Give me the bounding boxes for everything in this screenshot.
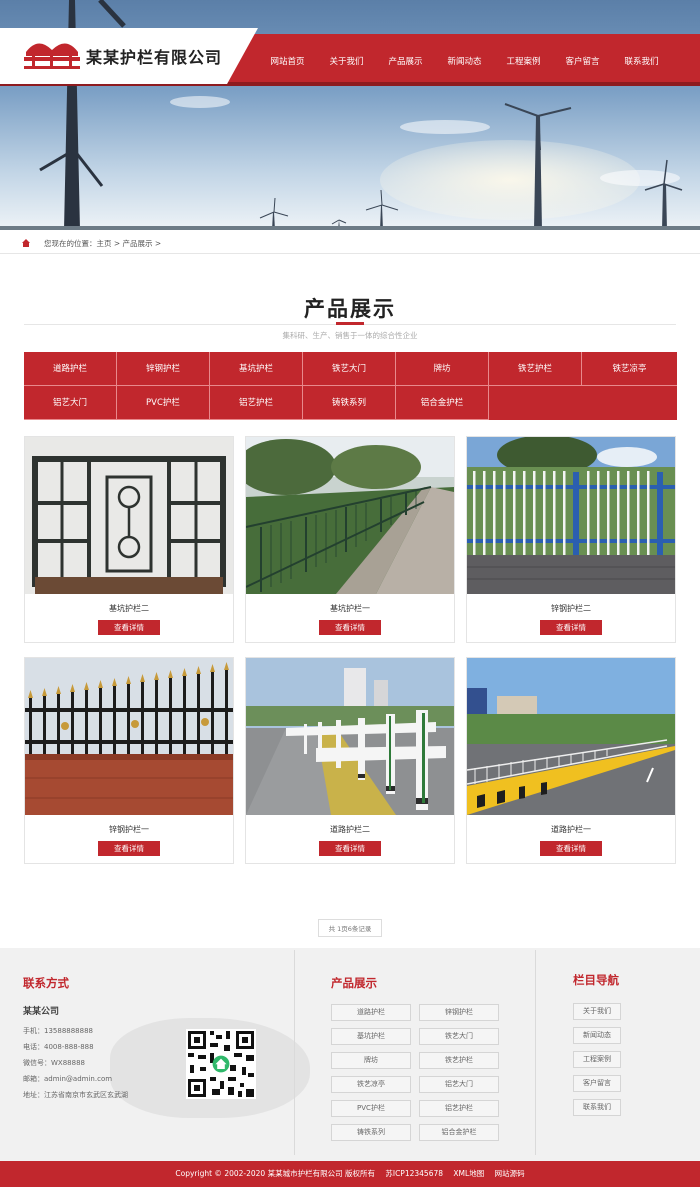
- contact-phone: 手机：13588888888: [23, 1027, 93, 1035]
- category-item[interactable]: PVC护栏: [117, 386, 210, 420]
- nav-item-about[interactable]: 关于我们: [317, 55, 376, 67]
- product-card[interactable]: 锌钢护栏二 查看详情: [466, 436, 676, 643]
- footer-product-link[interactable]: 铁艺凉亭: [331, 1076, 411, 1093]
- product-image[interactable]: [25, 437, 233, 594]
- footer-product-link[interactable]: 道路护栏: [331, 1004, 411, 1021]
- footer-nav-link[interactable]: 工程案例: [573, 1051, 621, 1068]
- product-name[interactable]: 锌钢护栏二: [467, 603, 675, 614]
- category-item[interactable]: 基坑护栏: [210, 352, 303, 386]
- xml-sitemap-link[interactable]: XML地图: [453, 1169, 484, 1178]
- footer-product-link[interactable]: 铁艺大门: [419, 1028, 499, 1045]
- contact-address: 地址：江苏省南京市玄武区玄武湖: [23, 1091, 128, 1099]
- icp-link[interactable]: 苏ICP12345678: [385, 1169, 443, 1178]
- home-icon[interactable]: [22, 239, 30, 247]
- nav-item-news[interactable]: 新闻动态: [435, 55, 494, 67]
- category-item[interactable]: 铁艺护栏: [489, 352, 582, 386]
- product-image[interactable]: [246, 658, 454, 815]
- nav-item-messages[interactable]: 客户留言: [553, 55, 612, 67]
- view-details-button[interactable]: 查看详情: [319, 620, 381, 635]
- footer-nav-link[interactable]: 新闻动态: [573, 1027, 621, 1044]
- nav-item-contact[interactable]: 联系我们: [612, 55, 671, 67]
- pagination-info[interactable]: 共 1页6条记录: [318, 919, 382, 937]
- product-name[interactable]: 道路护栏一: [467, 824, 675, 835]
- product-name[interactable]: 基坑护栏二: [25, 603, 233, 614]
- breadcrumb-text[interactable]: 您现在的位置：主页 > 产品展示 >: [44, 238, 161, 249]
- category-item[interactable]: 铝合金护栏: [396, 386, 489, 420]
- contact-wechat: 微信号：WX88888: [23, 1059, 85, 1067]
- product-image[interactable]: [467, 437, 675, 594]
- footer-nav-link[interactable]: 联系我们: [573, 1099, 621, 1116]
- main-nav: 网站首页 关于我们 产品展示 新闻动态 工程案例 客户留言 联系我们: [258, 55, 671, 67]
- footer-product-link[interactable]: 铝艺大门: [419, 1076, 499, 1093]
- footer-product-link[interactable]: PVC护栏: [331, 1100, 411, 1117]
- category-item[interactable]: 铁艺大门: [303, 352, 396, 386]
- copyright-bar: Copyright © 2002-2020 某某城市护栏有限公司 版权所有 苏I…: [0, 1161, 700, 1187]
- product-card[interactable]: 锌钢护栏一 查看详情: [24, 657, 234, 864]
- contact-email: 邮箱：admin@admin.com: [23, 1075, 113, 1083]
- product-card[interactable]: 基坑护栏二 查看详情: [24, 436, 234, 643]
- view-details-button[interactable]: 查看详情: [540, 841, 602, 856]
- qr-code: [186, 1029, 256, 1099]
- footer-product-link[interactable]: 铝艺护栏: [419, 1100, 499, 1117]
- product-image[interactable]: [467, 658, 675, 815]
- section-title: 产品展示: [304, 297, 396, 321]
- nav-item-home[interactable]: 网站首页: [258, 55, 317, 67]
- nav-item-cases[interactable]: 工程案例: [494, 55, 553, 67]
- nav-item-products[interactable]: 产品展示: [376, 55, 435, 67]
- footer-nav-link[interactable]: 客户留言: [573, 1075, 621, 1092]
- footer-divider: [294, 950, 295, 1155]
- category-grid: 道路护栏 锌钢护栏 基坑护栏 铁艺大门 牌坊 铁艺护栏 铁艺凉亭 铝艺大门 PV…: [24, 352, 677, 420]
- category-item[interactable]: 铸铁系列: [303, 386, 396, 420]
- product-card[interactable]: 道路护栏二 查看详情: [245, 657, 455, 864]
- product-name[interactable]: 道路护栏二: [246, 824, 454, 835]
- footer-products-heading: 产品展示: [331, 976, 377, 990]
- category-item[interactable]: 铝艺护栏: [210, 386, 303, 420]
- footer-product-link[interactable]: 铝合金护栏: [419, 1124, 499, 1141]
- view-details-button[interactable]: 查看详情: [319, 841, 381, 856]
- category-item[interactable]: 铁艺凉亭: [582, 352, 677, 386]
- brand-name[interactable]: 某某护栏有限公司: [86, 44, 222, 68]
- hero-banner: 某某护栏有限公司 网站首页 关于我们 产品展示 新闻动态 工程案例 客户留言 联…: [0, 0, 700, 230]
- bridge-logo-icon[interactable]: [24, 40, 80, 70]
- category-item[interactable]: 道路护栏: [24, 352, 117, 386]
- section-accent-bar: [336, 322, 364, 325]
- footer-nav-heading: 栏目导航: [573, 973, 619, 987]
- view-details-button[interactable]: 查看详情: [540, 620, 602, 635]
- footer-product-link[interactable]: 锌钢护栏: [419, 1004, 499, 1021]
- breadcrumb: 您现在的位置：主页 > 产品展示 >: [0, 232, 700, 254]
- footer-product-link[interactable]: 牌坊: [331, 1052, 411, 1069]
- footer-product-link[interactable]: 基坑护栏: [331, 1028, 411, 1045]
- contact-tel: 电话：4008-888-888: [23, 1043, 94, 1051]
- copyright-text: Copyright © 2002-2020 某某城市护栏有限公司 版权所有: [175, 1169, 375, 1178]
- source-link[interactable]: 网站源码: [495, 1169, 525, 1178]
- product-card[interactable]: 基坑护栏一 查看详情: [245, 436, 455, 643]
- product-image[interactable]: [246, 437, 454, 594]
- product-name[interactable]: 基坑护栏一: [246, 603, 454, 614]
- contact-heading: 联系方式: [23, 976, 69, 990]
- footer-product-link[interactable]: 铁艺护栏: [419, 1052, 499, 1069]
- product-image[interactable]: [25, 658, 233, 815]
- product-name[interactable]: 锌钢护栏一: [25, 824, 233, 835]
- product-card[interactable]: 道路护栏一 查看详情: [466, 657, 676, 864]
- category-item[interactable]: 锌钢护栏: [117, 352, 210, 386]
- view-details-button[interactable]: 查看详情: [98, 620, 160, 635]
- section-subtitle: 集科研、生产、销售于一体的综合性企业: [282, 331, 418, 340]
- category-item[interactable]: 铝艺大门: [24, 386, 117, 420]
- footer-nav-link[interactable]: 关于我们: [573, 1003, 621, 1020]
- footer-divider: [535, 950, 536, 1155]
- footer-product-link[interactable]: 铸铁系列: [331, 1124, 411, 1141]
- contact-company: 某某公司: [23, 1007, 60, 1017]
- category-item[interactable]: 牌坊: [396, 352, 489, 386]
- view-details-button[interactable]: 查看详情: [98, 841, 160, 856]
